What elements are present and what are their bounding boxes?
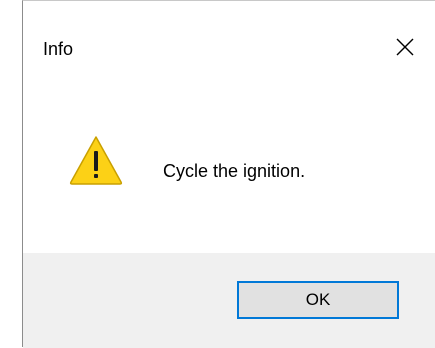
dialog-footer: OK — [23, 253, 435, 348]
warning-icon — [69, 136, 123, 185]
close-button[interactable] — [385, 29, 425, 65]
dialog-content: Cycle the ignition. — [23, 97, 435, 253]
close-icon — [396, 38, 414, 56]
ok-button[interactable]: OK — [237, 281, 399, 319]
dialog-title: Info — [43, 39, 74, 59]
dialog-message: Cycle the ignition. — [163, 161, 306, 181]
title-bar[interactable]: Info — [23, 1, 435, 97]
info-dialog: Info Cycle the ignition. OK — [22, 0, 435, 348]
